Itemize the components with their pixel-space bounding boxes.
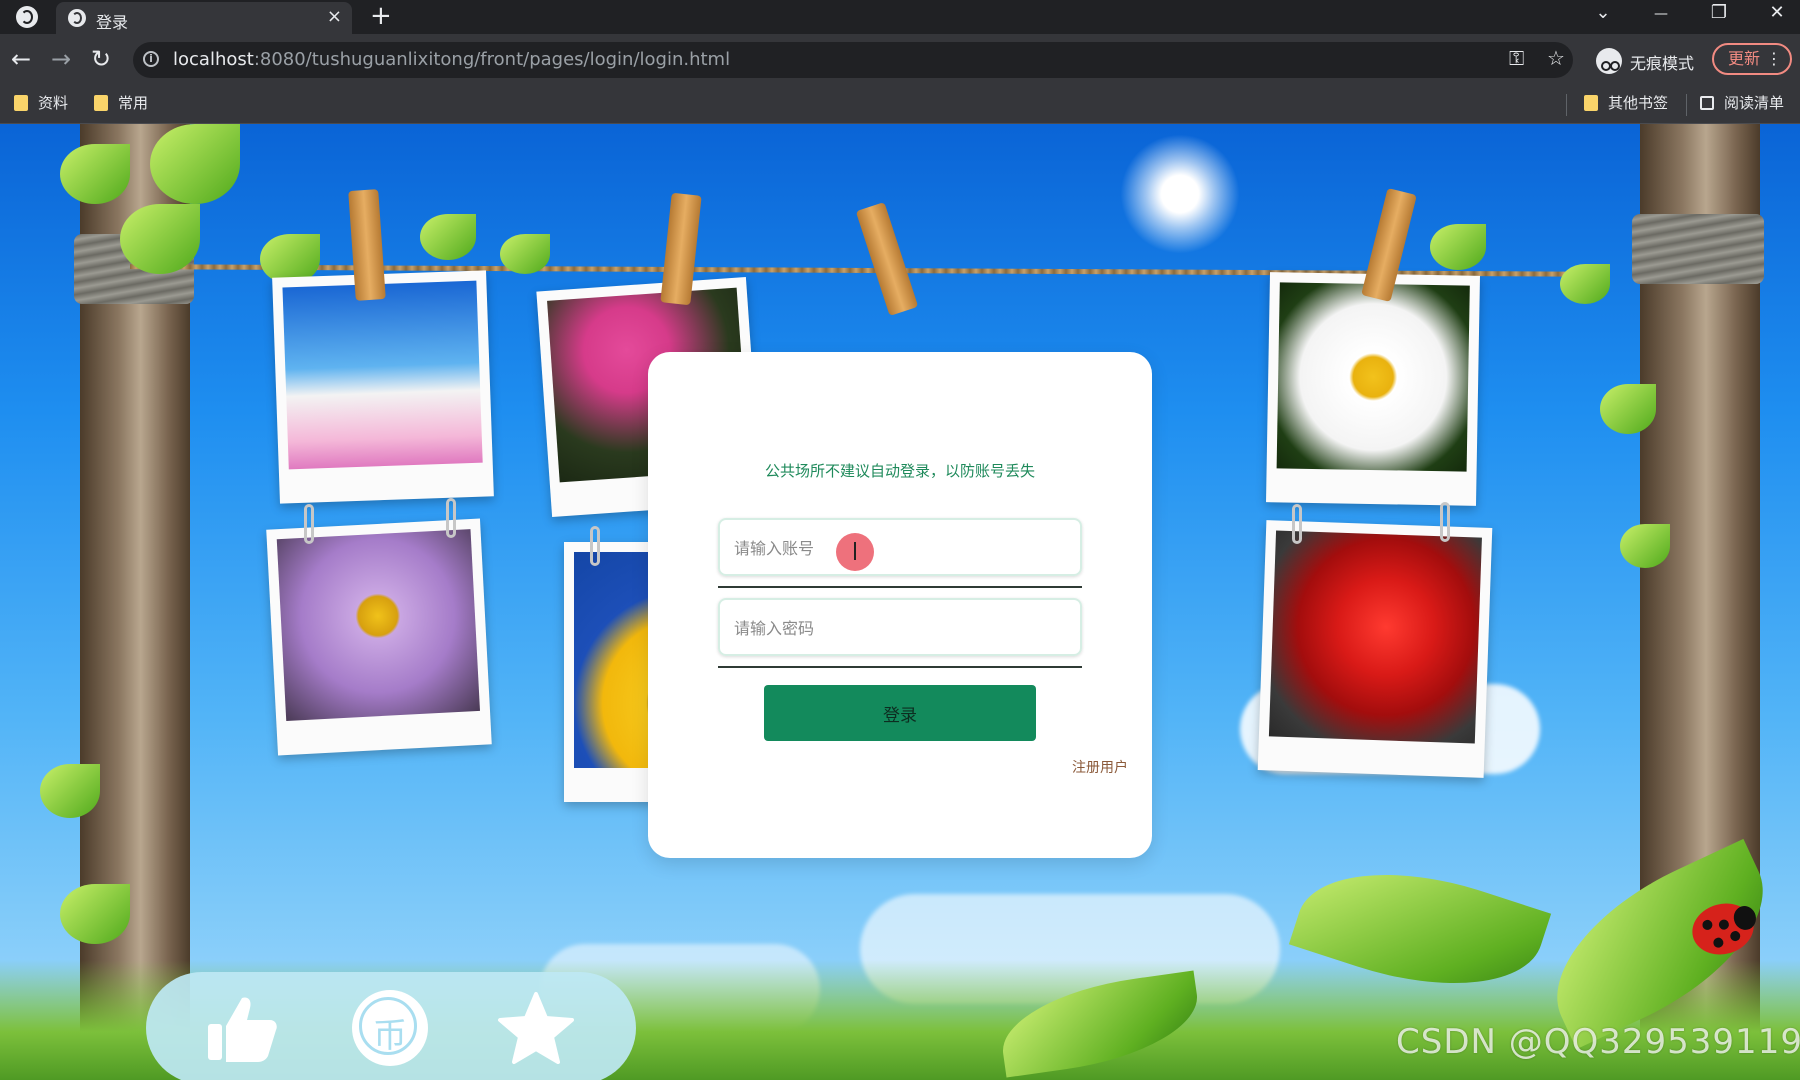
username-input[interactable] bbox=[732, 530, 1066, 566]
register-link[interactable]: 注册用户 bbox=[1072, 757, 1128, 777]
login-page: 公共场所不建议自动登录，以防账号丢失 登录 注册用户 bbox=[0, 124, 1800, 1080]
clothespin-decoration bbox=[855, 202, 919, 316]
menu-icon[interactable]: ⋮ bbox=[1766, 45, 1782, 73]
bookmark-star-icon[interactable]: ☆ bbox=[1547, 46, 1565, 70]
vine-leaf-decoration bbox=[60, 144, 130, 204]
incognito-label: 无痕模式 bbox=[1630, 54, 1695, 73]
photo-hook-decoration bbox=[1440, 502, 1450, 542]
password-underline bbox=[718, 666, 1082, 668]
reading-list-button[interactable]: 阅读清单 bbox=[1700, 92, 1784, 118]
site-info-icon[interactable]: i bbox=[143, 51, 159, 67]
login-button[interactable]: 登录 bbox=[764, 685, 1036, 741]
password-key-icon[interactable]: ⚿ bbox=[1509, 46, 1524, 70]
forward-icon[interactable]: → bbox=[46, 44, 76, 74]
folder-icon bbox=[1584, 94, 1598, 111]
tab-search-globe-icon[interactable] bbox=[16, 6, 38, 28]
folder-icon bbox=[94, 94, 108, 111]
vine-leaf-decoration bbox=[1560, 264, 1610, 304]
bookmarks-bar: 资料 常用 其他书签 阅读清单 bbox=[0, 86, 1800, 124]
vine-leaf-decoration bbox=[500, 234, 550, 274]
vine-leaf-decoration bbox=[60, 884, 130, 944]
photo-white-daisy bbox=[1266, 272, 1480, 506]
photo-hook-decoration bbox=[590, 526, 600, 566]
csdn-watermark: CSDN @QQ3295391197 bbox=[1396, 1022, 1800, 1062]
coin-icon[interactable]: 币 bbox=[350, 988, 430, 1068]
thumbs-up-icon[interactable] bbox=[202, 988, 282, 1068]
bookmark-separator bbox=[1566, 94, 1567, 116]
photo-hook-decoration bbox=[304, 504, 314, 544]
photo-flowers-bee bbox=[272, 270, 494, 504]
incognito-icon bbox=[1596, 48, 1622, 74]
photo-red-rose bbox=[1257, 520, 1493, 778]
sun-decoration bbox=[1120, 134, 1240, 254]
thumbs-up-icon-svg bbox=[208, 997, 277, 1062]
new-tab-icon[interactable]: + bbox=[370, 1, 392, 31]
tab-title: 登录 bbox=[96, 13, 129, 32]
vine-leaf-decoration bbox=[420, 214, 476, 260]
vine-leaf-decoration bbox=[150, 124, 240, 204]
globe-icon bbox=[68, 9, 86, 27]
password-input[interactable] bbox=[732, 610, 1066, 646]
window-close-icon[interactable]: ✕ bbox=[1762, 2, 1792, 23]
tab-strip: 登录 × + ⌄ — ❐ ✕ bbox=[0, 0, 1800, 34]
photo-hook-decoration bbox=[446, 498, 456, 538]
star-icon[interactable] bbox=[496, 988, 576, 1068]
browser-toolbar: ← → ↻ i localhost:8080/tushuguanlixitong… bbox=[0, 34, 1800, 86]
bookmark-folder-other[interactable]: 其他书签 bbox=[1584, 92, 1668, 118]
photo-hook-decoration bbox=[1292, 504, 1302, 544]
username-underline bbox=[718, 586, 1082, 588]
reading-list-icon bbox=[1700, 95, 1714, 110]
security-hint: 公共场所不建议自动登录，以防账号丢失 bbox=[764, 462, 1035, 480]
tab-login[interactable]: 登录 × bbox=[56, 2, 352, 34]
post-rope-right bbox=[1632, 214, 1764, 284]
tab-search-chevron-icon[interactable]: ⌄ bbox=[1588, 2, 1618, 23]
incognito-indicator[interactable]: 无痕模式 bbox=[1592, 42, 1702, 78]
restore-icon[interactable]: ❐ bbox=[1704, 2, 1734, 23]
video-action-bar: 币 bbox=[146, 972, 636, 1080]
vine-leaf-decoration bbox=[120, 204, 200, 274]
bookmark-folder-changyong[interactable]: 常用 bbox=[94, 92, 148, 118]
photo-purple-aster bbox=[266, 518, 492, 756]
mouse-cursor-indicator bbox=[836, 533, 874, 571]
tab-close-icon[interactable]: × bbox=[327, 6, 342, 27]
vine-leaf-decoration bbox=[1620, 524, 1670, 568]
login-card: 公共场所不建议自动登录，以防账号丢失 登录 注册用户 bbox=[648, 352, 1152, 858]
clothespin-decoration bbox=[348, 189, 386, 301]
folder-icon bbox=[14, 94, 28, 111]
coin-glyph: 币 bbox=[373, 1016, 407, 1056]
reload-icon[interactable]: ↻ bbox=[86, 44, 116, 74]
update-button[interactable]: 更新 ⋮ bbox=[1712, 43, 1792, 75]
browser-window: 登录 × + ⌄ — ❐ ✕ ← → ↻ i localhost:8080/tu… bbox=[0, 0, 1800, 1080]
url-text[interactable]: localhost:8080/tushuguanlixitong/front/p… bbox=[173, 49, 730, 70]
password-field-wrapper bbox=[718, 598, 1082, 656]
minimize-icon[interactable]: — bbox=[1646, 6, 1676, 22]
vine-leaf-decoration bbox=[1600, 384, 1656, 434]
back-icon[interactable]: ← bbox=[6, 44, 36, 74]
update-label: 更新 bbox=[1728, 49, 1761, 68]
vine-leaf-decoration bbox=[40, 764, 100, 818]
username-field-wrapper bbox=[718, 518, 1082, 576]
address-bar[interactable]: i localhost:8080/tushuguanlixitong/front… bbox=[133, 42, 1573, 78]
bookmark-separator bbox=[1686, 94, 1687, 116]
vine-leaf-decoration bbox=[1430, 224, 1486, 270]
star-icon-svg bbox=[498, 992, 574, 1064]
bookmark-folder-ziliao[interactable]: 资料 bbox=[14, 92, 68, 118]
